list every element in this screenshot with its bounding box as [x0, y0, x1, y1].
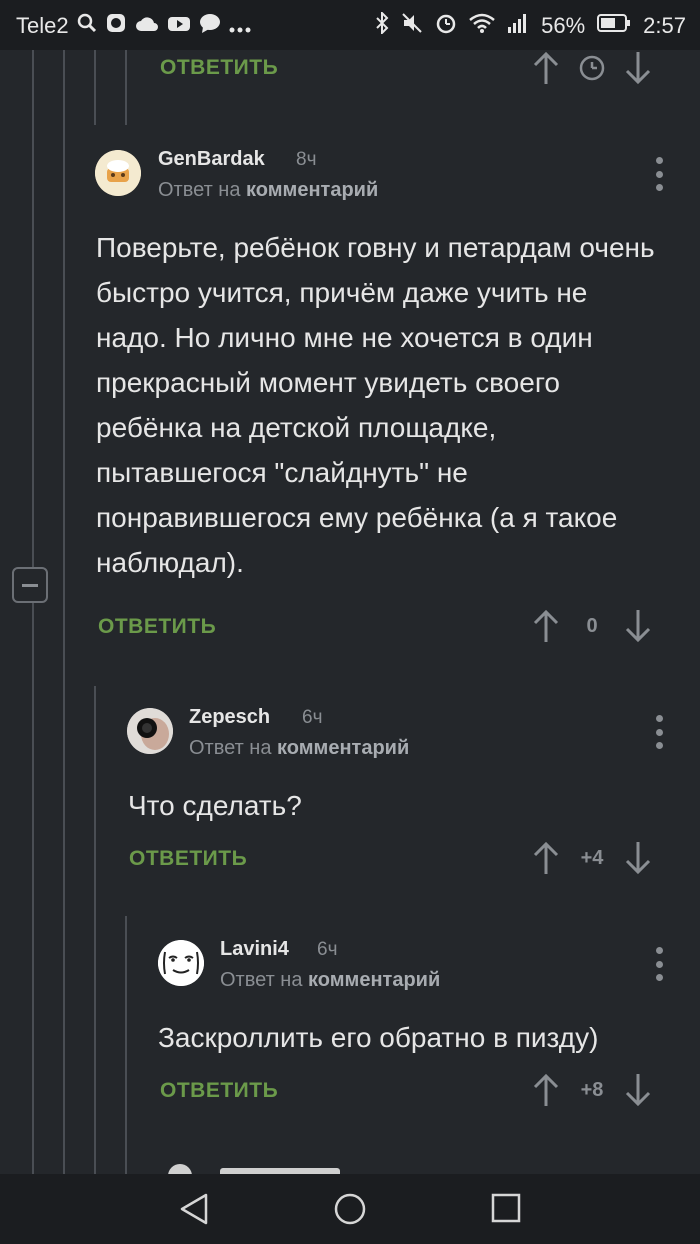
comment-score: +8 — [580, 1078, 604, 1101]
navigation-bar — [0, 1174, 700, 1244]
upvote-arrow-icon[interactable] — [530, 50, 562, 86]
more-options-icon[interactable] — [654, 157, 664, 191]
battery-percent: 56% — [541, 13, 586, 38]
reply-to-line: Ответ на комментарий — [158, 179, 378, 202]
collapse-thread-button[interactable] — [12, 567, 48, 603]
recent-apps-icon[interactable] — [490, 1192, 522, 1229]
reply-button[interactable]: ОТВЕТИТЬ — [160, 56, 278, 80]
reply-to-link[interactable]: комментарий — [246, 179, 378, 201]
reply-to-prefix: Ответ на — [220, 969, 303, 991]
downvote-arrow-icon[interactable] — [622, 50, 654, 86]
reply-button[interactable]: ОТВЕТИТЬ — [129, 847, 247, 871]
comment-time: 6ч — [302, 707, 323, 728]
avatar[interactable] — [158, 940, 204, 986]
clock: 2:57 — [643, 13, 686, 38]
message-icon — [199, 13, 221, 39]
avatar[interactable] — [127, 708, 173, 754]
thread-line — [125, 916, 127, 1174]
vote-controls — [530, 50, 654, 86]
reply-to-prefix: Ответ на — [189, 737, 272, 759]
reply-to-line: Ответ на комментарий — [220, 969, 440, 992]
reply-button[interactable]: ОТВЕТИТЬ — [160, 1079, 278, 1103]
comment-time: 6ч — [317, 939, 338, 960]
upvote-arrow-icon[interactable] — [530, 1072, 562, 1108]
search-icon — [77, 13, 97, 39]
reply-button[interactable]: ОТВЕТИТЬ — [98, 615, 216, 639]
wifi-icon — [469, 13, 495, 39]
battery-icon — [597, 13, 631, 39]
comment-time: 8ч — [296, 149, 317, 170]
thread-line — [125, 50, 127, 125]
vote-controls: +8 — [530, 1072, 654, 1108]
mute-icon — [401, 12, 423, 40]
reply-to-link[interactable]: комментарий — [277, 737, 409, 759]
comment-author[interactable]: Lavini4 — [220, 938, 289, 961]
upvote-arrow-icon[interactable] — [530, 840, 562, 876]
more-options-icon[interactable] — [654, 947, 664, 981]
more-options-icon[interactable] — [654, 715, 664, 749]
status-bar: Tele2 56% 2:57 — [0, 0, 700, 50]
thread-line — [63, 50, 65, 1174]
clock-icon — [562, 54, 622, 82]
comment-author[interactable]: GenBardak — [158, 148, 265, 171]
upvote-arrow-icon[interactable] — [530, 608, 562, 644]
next-comment-partial — [168, 1164, 368, 1174]
more-notifications-icon — [229, 13, 251, 39]
alarm-icon — [435, 12, 457, 40]
comment-author[interactable]: Zepesch — [189, 706, 270, 729]
reply-to-prefix: Ответ на — [158, 179, 241, 201]
downvote-arrow-icon[interactable] — [622, 840, 654, 876]
vote-controls: 0 — [530, 608, 654, 644]
comment-text: Поверьте, ребёнок говну и петардам очень… — [96, 232, 655, 578]
app-notification-icon — [105, 12, 127, 40]
youtube-icon — [167, 13, 191, 39]
thread-line — [94, 686, 96, 1174]
vote-controls: +4 — [530, 840, 654, 876]
avatar[interactable] — [95, 150, 141, 196]
bluetooth-icon — [375, 10, 389, 40]
thread-line — [32, 50, 34, 1174]
home-icon[interactable] — [333, 1192, 367, 1231]
signal-icon — [507, 13, 529, 39]
comment-text: Заскроллить его обратно в пизду) — [158, 1022, 599, 1053]
downvote-arrow-icon[interactable] — [622, 608, 654, 644]
downvote-arrow-icon[interactable] — [622, 1072, 654, 1108]
cloud-icon — [135, 13, 159, 39]
comment-score: 0 — [586, 614, 598, 637]
comment-text: Что сделать? — [128, 790, 302, 821]
comment-score: +4 — [580, 846, 604, 869]
reply-to-link[interactable]: комментарий — [308, 969, 440, 991]
carrier-label: Tele2 — [16, 13, 69, 38]
back-icon[interactable] — [178, 1192, 212, 1231]
reply-to-line: Ответ на комментарий — [189, 737, 409, 760]
thread-line — [94, 50, 96, 125]
